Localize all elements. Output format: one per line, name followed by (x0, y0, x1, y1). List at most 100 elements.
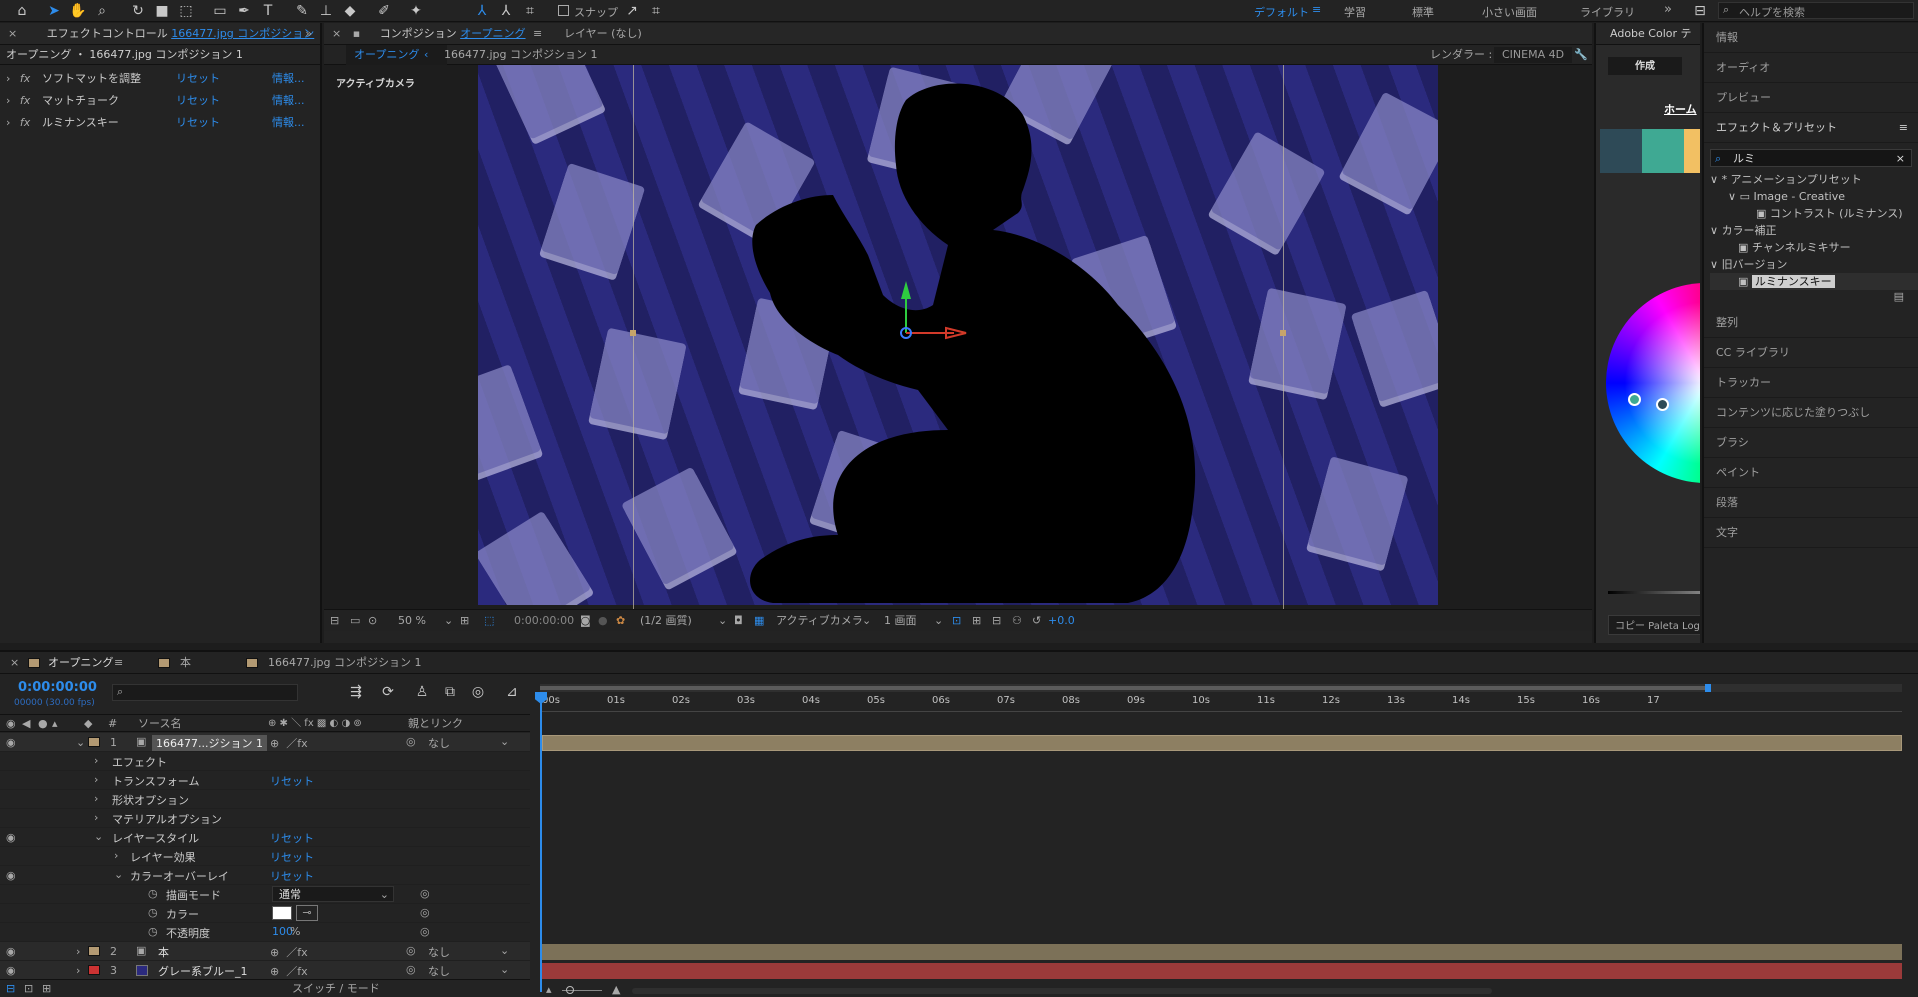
chevron-down-icon[interactable]: ⌄ (444, 610, 453, 632)
playhead[interactable] (535, 692, 547, 992)
property-row[interactable]: ◷ カラー ⊸ ◎ (0, 904, 530, 923)
home-link[interactable]: ホーム (1664, 101, 1697, 117)
reset-exposure-icon[interactable]: ↺ (1032, 610, 1041, 632)
composition-tab-menu-icon[interactable]: ≡ (533, 27, 542, 40)
chevron-down-icon[interactable]: ⌄ (500, 944, 509, 957)
pick-whip-icon[interactable]: ◎ (406, 963, 416, 976)
layer-switches-toggle-icon[interactable]: ⊟ (6, 980, 15, 997)
lock-icon[interactable]: ▴ (52, 715, 58, 733)
toggle-switches-modes[interactable]: スイッチ / モード (292, 980, 380, 997)
grid-icon[interactable]: ⬚ (484, 610, 494, 632)
effect-reset-link[interactable]: リセット (176, 91, 220, 110)
layer-switches[interactable]: ⊕ ／fx (270, 963, 308, 979)
visibility-eye-icon[interactable]: ◉ (6, 831, 16, 844)
property-row[interactable]: › マテリアルオプション (0, 809, 530, 828)
parent-dropdown[interactable]: なし (428, 735, 450, 751)
paint-panel-header[interactable]: ペイント (1704, 458, 1918, 488)
tree-item[interactable]: ∨ カラー補正 (1710, 222, 1918, 239)
workspace-menu-icon[interactable]: ≡ (1312, 3, 1321, 16)
chevron-down-icon[interactable]: ⌄ (500, 963, 509, 976)
layer-row[interactable]: ◉ › 2 ▣ 本 ⊕ ／fx ◎ なし ⌄ (0, 942, 530, 961)
world-axis-icon[interactable]: ⅄ (496, 1, 516, 21)
camera-dropdown[interactable]: アクティブカメラ (776, 610, 863, 632)
vr-glasses-icon[interactable]: ⊙ (368, 610, 377, 632)
expand-arrow-icon[interactable]: ⌄ (94, 830, 103, 843)
monitor-icon[interactable]: ▭ (350, 610, 360, 632)
color-swatch[interactable] (1642, 129, 1684, 173)
view-axis-icon[interactable]: ⌗ (520, 1, 540, 21)
hand-tool-icon[interactable]: ✋ (68, 1, 88, 21)
fx-icon[interactable]: fx (20, 72, 30, 85)
tree-item[interactable]: ∨ * アニメーションプリセット (1710, 171, 1918, 188)
layer-label-color[interactable] (88, 946, 100, 956)
stopwatch-icon[interactable]: ◷ (148, 906, 158, 919)
visibility-eye-icon[interactable]: ◉ (6, 964, 16, 977)
timeline-tab[interactable]: 166477.jpg コンポジション 1 (268, 652, 422, 674)
snap-checkbox[interactable] (558, 5, 569, 16)
eye-icon[interactable]: ◉ (6, 715, 16, 733)
snapshot-icon[interactable]: ◙ (580, 610, 591, 632)
layer-switches[interactable]: ⊕ ／fx (270, 735, 308, 751)
workspace-learn[interactable]: 学習 (1344, 4, 1366, 20)
property-row[interactable]: ◷ 描画モード 通常 ⌄ ◎ (0, 885, 530, 904)
source-name-column[interactable]: ソース名 (138, 715, 181, 733)
fit-icon[interactable]: ⊞ (460, 610, 469, 632)
help-search-field[interactable]: ⌕ ヘルプを検索 (1718, 2, 1914, 19)
draft-3d-icon[interactable]: ⟳ (378, 682, 398, 702)
expand-arrow-icon[interactable]: › (94, 792, 98, 805)
property-reset-link[interactable]: リセット (270, 849, 314, 865)
tree-item[interactable]: ▣ コントラスト (ルミナンス) (1710, 205, 1918, 222)
zoom-slider-handle[interactable] (566, 986, 574, 994)
tree-arrow-icon[interactable]: ∨ (1728, 190, 1736, 203)
fast-preview-icon[interactable]: ⊞ (972, 610, 981, 632)
parent-dropdown[interactable]: なし (428, 963, 450, 979)
panel-menu-icon[interactable]: » (305, 23, 312, 45)
clone-stamp-tool-icon[interactable]: ⊥ (316, 1, 336, 21)
view-layout-dropdown[interactable]: 1 画面 (884, 610, 917, 632)
preview-panel-header[interactable]: プレビュー (1704, 83, 1918, 113)
close-icon[interactable]: × (10, 652, 19, 674)
label-icon[interactable]: ◆ (84, 715, 92, 733)
roto-brush-tool-icon[interactable]: ✐ (374, 1, 394, 21)
shy-layers-icon[interactable]: ♙ (412, 682, 432, 702)
current-time[interactable]: 0:00:00:00 (18, 680, 97, 695)
region-of-interest-icon[interactable]: ◘ (734, 610, 743, 632)
property-row[interactable]: ◷ 不透明度 100 % ◎ (0, 923, 530, 942)
exposure-value[interactable]: +0.0 (1048, 610, 1075, 632)
composition-tab-label[interactable]: コンポジション (380, 27, 457, 40)
timeline-tab[interactable]: 本 (180, 652, 191, 674)
renderer-value[interactable]: CINEMA 4D (1494, 47, 1573, 63)
composition-mini-flowchart-icon[interactable]: ⇶ (346, 682, 366, 702)
visibility-eye-icon[interactable]: ◉ (6, 736, 16, 749)
effect-row[interactable]: › fx ソフトマットを調整 リセット 情報... (0, 69, 320, 88)
time-ruler[interactable]: 00s 01s 02s 03s 04s 05s 06s 07s 08s 09s 10s 11s 12s 1… (540, 692, 1902, 712)
align-panel-header[interactable]: 整列 (1704, 308, 1918, 338)
render-time-icon[interactable]: ⊞ (42, 980, 51, 997)
chevron-down-icon[interactable]: ⌄ (934, 610, 943, 632)
collapse-chevron-icon[interactable]: ⌄ (76, 736, 85, 749)
layer-name[interactable]: グレー系ブルー_1 (158, 963, 248, 979)
color-swatch[interactable] (1684, 129, 1700, 173)
parent-column[interactable]: 親とリンク (408, 715, 463, 733)
workspace-small-screen[interactable]: 小さい画面 (1482, 4, 1537, 20)
composition-tab-name[interactable]: オープニング (460, 27, 525, 40)
work-area-range[interactable] (540, 686, 1705, 690)
effect-info-link[interactable]: 情報... (272, 113, 305, 132)
new-bin-icon[interactable]: ▤ (1704, 290, 1918, 308)
zoom-out-icon[interactable]: ▴ (546, 983, 552, 996)
pan-behind-tool-icon[interactable]: ⬚ (176, 1, 196, 21)
layer-label-color[interactable] (88, 737, 100, 747)
property-row[interactable]: › 形状オプション (0, 790, 530, 809)
workspace-libraries[interactable]: ライブラリ (1580, 4, 1635, 20)
wrench-icon[interactable]: 🔧 (1574, 45, 1588, 65)
property-row[interactable]: ◉ ⌄ カラーオーバーレイ リセット (0, 866, 530, 885)
property-row[interactable]: › エフェクト (0, 752, 530, 771)
character-panel-header[interactable]: 文字 (1704, 518, 1918, 548)
layer-switches[interactable]: ⊕ ／fx (270, 944, 308, 960)
property-row[interactable]: ◉ ⌄ レイヤースタイル リセット (0, 828, 530, 847)
tree-item[interactable]: ∨ ▭ Image - Creative (1710, 188, 1918, 205)
text-tool-icon[interactable]: T (258, 1, 278, 21)
property-row[interactable]: › レイヤー効果 リセット (0, 847, 530, 866)
expand-arrow-icon[interactable]: › (94, 811, 98, 824)
snap-extra-icon[interactable]: ⌗ (646, 1, 666, 21)
